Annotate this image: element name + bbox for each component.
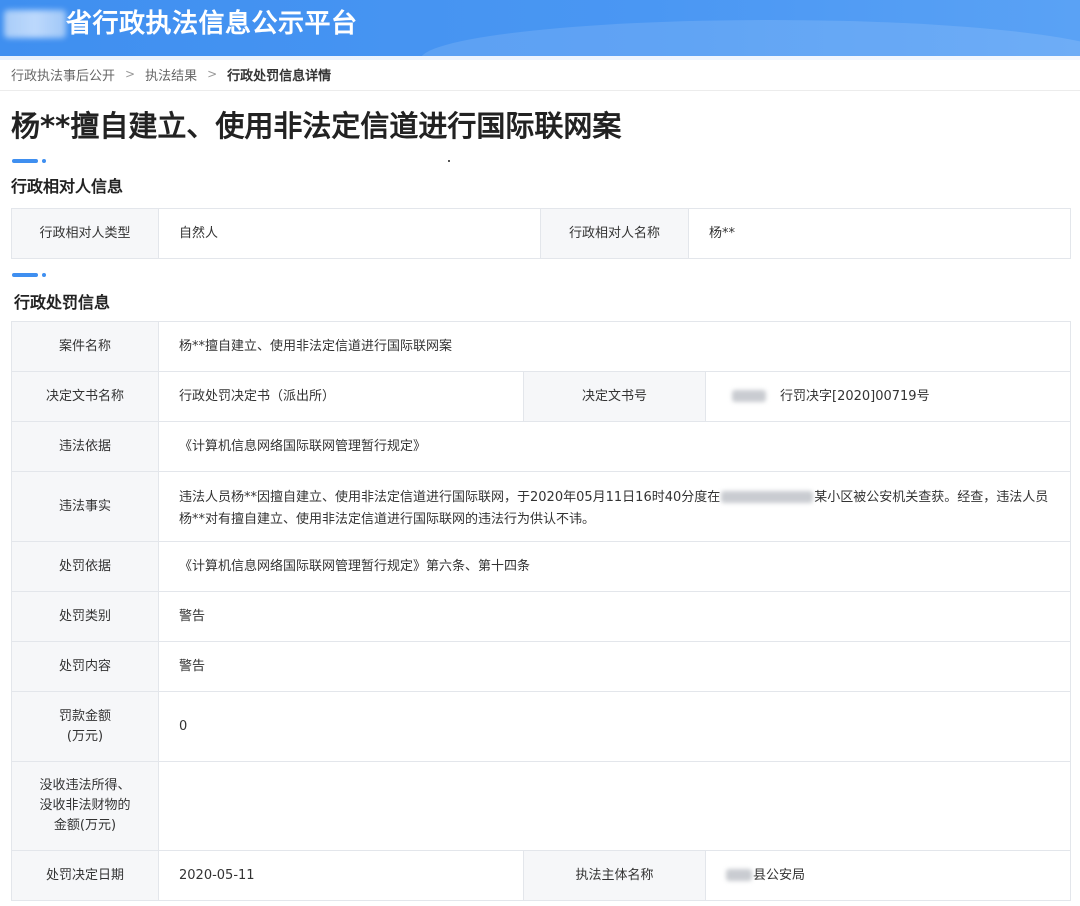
fine-amount-value: 0 [158,691,1071,762]
redacted-county [726,869,752,881]
doc-name-value: 行政处罚决定书（派出所） [158,371,524,422]
table-row: 案件名称 杨**擅自建立、使用非法定信道进行国际联网案 [11,321,1071,372]
redacted-location [721,491,814,503]
confiscation-amount-value [158,761,1071,851]
section-marker-icon [12,273,48,277]
violation-basis-value: 《计算机信息网络国际联网管理暂行规定》 [158,421,1071,472]
page-title: 杨**擅自建立、使用非法定信道进行国际联网案 [11,109,622,143]
table-row: 违法依据 《计算机信息网络国际联网管理暂行规定》 [11,421,1071,472]
penalty-type-value: 警告 [158,591,1071,642]
party-section-title: 行政相对人信息 [11,177,124,196]
breadcrumb-current: 行政处罚信息详情 [227,68,332,84]
decision-date-label: 处罚决定日期 [11,850,159,901]
confiscation-amount-label: 没收违法所得、 没收非法财物的 金额(万元) [11,761,159,851]
stray-dot [448,160,450,162]
breadcrumb-divider [0,90,1080,91]
penalty-basis-label: 处罚依据 [11,541,159,592]
party-name-value: 杨** [688,208,1071,259]
table-row: 处罚内容 警告 [11,641,1071,692]
chevron-right-icon: > [207,67,218,81]
fine-amount-label: 罚款金额 (万元) [11,691,159,762]
doc-name-label: 决定文书名称 [11,371,159,422]
table-row: 罚款金额 (万元) 0 [11,691,1071,762]
table-row: 没收违法所得、 没收非法财物的 金额(万元) [11,761,1071,851]
breadcrumb: 行政执法事后公开 > 执法结果 > 行政处罚信息详情 [11,65,332,84]
breadcrumb-link-disclosure[interactable]: 行政执法事后公开 [11,65,115,84]
violation-basis-label: 违法依据 [11,421,159,472]
table-row: 处罚依据 《计算机信息网络国际联网管理暂行规定》第六条、第十四条 [11,541,1071,592]
redacted-prefix [732,390,766,402]
penalty-content-label: 处罚内容 [11,641,159,692]
table-row: 处罚类别 警告 [11,591,1071,642]
table-row: 行政相对人类型 自然人 行政相对人名称 杨** [11,208,1071,259]
top-header: 省行政执法信息公示平台 [0,0,1080,56]
penalty-info-table: 案件名称 杨**擅自建立、使用非法定信道进行国际联网案 决定文书名称 行政处罚决… [11,321,1071,901]
penalty-basis-value: 《计算机信息网络国际联网管理暂行规定》第六条、第十四条 [158,541,1071,592]
violation-facts-text-1: 违法人员杨**因擅自建立、使用非法定信道进行国际联网，于2020年05月11日1… [179,489,721,505]
authority-cell: 县公安局 [705,850,1071,901]
party-type-label: 行政相对人类型 [11,208,159,259]
case-name-label: 案件名称 [11,321,159,372]
doc-number-cell: 行罚决字[2020]00719号 [705,371,1071,422]
section-marker-icon [12,159,48,163]
table-row: 决定文书名称 行政处罚决定书（派出所） 决定文书号 行罚决字[2020]0071… [11,371,1071,422]
case-name-value: 杨**擅自建立、使用非法定信道进行国际联网案 [158,321,1071,372]
header-divider [0,56,1080,60]
penalty-section-title: 行政处罚信息 [14,293,111,312]
platform-title: 省行政执法信息公示平台 [66,9,358,39]
redacted-province-name [4,10,66,38]
authority-value: 县公安局 [753,867,806,883]
party-info-table: 行政相对人类型 自然人 行政相对人名称 杨** [11,208,1071,259]
violation-facts-label: 违法事实 [11,471,159,542]
header-decoration [420,20,1080,56]
authority-label: 执法主体名称 [523,850,706,901]
table-row: 处罚决定日期 2020-05-11 执法主体名称 县公安局 [11,850,1071,901]
penalty-content-value: 警告 [158,641,1071,692]
penalty-type-label: 处罚类别 [11,591,159,642]
chevron-right-icon: > [125,67,136,81]
party-type-value: 自然人 [158,208,541,259]
doc-number-value: 行罚决字[2020]00719号 [780,388,930,404]
table-row: 违法事实 违法人员杨**因擅自建立、使用非法定信道进行国际联网，于2020年05… [11,471,1071,542]
doc-number-label: 决定文书号 [523,371,706,422]
breadcrumb-link-results[interactable]: 执法结果 [145,65,197,84]
violation-facts-cell: 违法人员杨**因擅自建立、使用非法定信道进行国际联网，于2020年05月11日1… [158,471,1071,542]
party-name-label: 行政相对人名称 [540,208,689,259]
decision-date-value: 2020-05-11 [158,850,524,901]
